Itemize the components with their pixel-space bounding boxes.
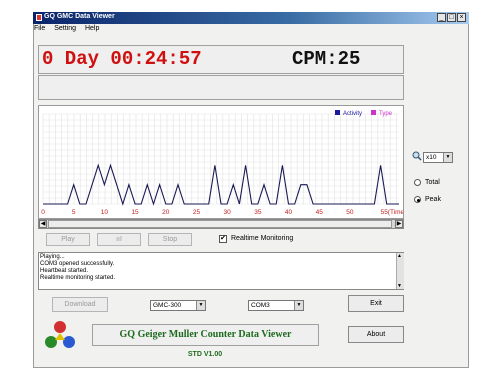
- x-tick-label: 50: [346, 209, 354, 216]
- window-title: GQ GMC Data Viewer: [44, 13, 115, 20]
- port-select[interactable]: COM3 ▼: [248, 300, 304, 311]
- menu-file[interactable]: File: [34, 25, 45, 32]
- legend-label: Type: [379, 111, 393, 117]
- menu-help[interactable]: Help: [85, 25, 99, 32]
- chevron-down-icon: ▼: [294, 301, 303, 310]
- peak-radio[interactable]: [414, 196, 421, 203]
- x-tick-label: 40: [285, 209, 293, 216]
- x-tick-label: 25: [193, 209, 201, 216]
- maximize-button[interactable]: □: [447, 13, 456, 22]
- realtime-label: Realtime Monitoring: [231, 235, 294, 242]
- x-tick-label: 55(Time)S: [381, 209, 403, 216]
- play-button[interactable]: Play: [46, 233, 90, 246]
- minimize-button[interactable]: _: [437, 13, 446, 22]
- scroll-left-icon[interactable]: ◀: [39, 220, 47, 228]
- close-button[interactable]: ×: [457, 13, 466, 22]
- scroll-right-icon[interactable]: ▶: [395, 220, 403, 228]
- scroll-thumb[interactable]: [48, 220, 392, 228]
- x-tick-label: 5: [72, 209, 76, 216]
- activity-chart: Activity Type 0 5 10 15 20 25 30 35 40 45 50 55(Time)…: [38, 105, 411, 219]
- chevron-down-icon: ▼: [443, 153, 452, 162]
- x-tick-label: 0: [41, 209, 45, 216]
- chevron-down-icon: ▼: [196, 301, 205, 310]
- scroll-down-icon[interactable]: ▼: [397, 283, 402, 289]
- x-tick-label: 45: [316, 209, 324, 216]
- log-line: COM3 opened successfully.: [40, 261, 115, 267]
- legend-swatch: [371, 110, 376, 115]
- exit-button[interactable]: Exit: [348, 295, 404, 312]
- status-panel: [38, 75, 404, 100]
- total-radio[interactable]: [414, 179, 421, 186]
- realtime-checkbox[interactable]: ✔: [219, 235, 227, 243]
- zoom-value: x10: [426, 154, 437, 161]
- log-line: Realtime monitoring started.: [40, 275, 116, 281]
- log-line: Heartbeat started.: [40, 268, 89, 274]
- download-button[interactable]: Download: [52, 297, 108, 312]
- banner-title: GQ Geiger Muller Counter Data Viewer: [119, 329, 292, 340]
- version-label: STD V1.00: [187, 351, 223, 358]
- scroll-up-icon[interactable]: ▲: [397, 253, 402, 259]
- about-button[interactable]: About: [348, 326, 404, 343]
- zoom-icon: [412, 151, 422, 161]
- total-label: Total: [425, 179, 440, 186]
- model-select[interactable]: GMC-300 ▼: [150, 300, 206, 311]
- app-logo: [42, 318, 78, 350]
- port-value: COM3: [251, 302, 270, 309]
- x-tick-label: 20: [162, 209, 170, 216]
- app-icon: [36, 14, 42, 21]
- x-tick-label: 35: [254, 209, 262, 216]
- legend-swatch: [335, 110, 340, 115]
- menu-bar: File Setting Help: [34, 25, 106, 32]
- x-tick-label: 15: [131, 209, 139, 216]
- peak-label: Peak: [425, 196, 441, 203]
- message-log: [38, 252, 404, 290]
- model-value: GMC-300: [153, 302, 182, 309]
- elapsed-time: 0 Day 00:24:57: [42, 48, 202, 70]
- menu-setting[interactable]: Setting: [54, 25, 76, 32]
- log-line: Playing...: [40, 254, 65, 260]
- x-tick-label: 10: [101, 209, 109, 216]
- stop-button[interactable]: Stop: [148, 233, 192, 246]
- chart-canvas: Activity Type 0 5 10 15 20 25 30 35 40 45 50 55(Time)…: [41, 110, 411, 216]
- cpm-readout: CPM:25: [292, 48, 361, 70]
- zoom-select[interactable]: x10 ▼: [423, 152, 453, 163]
- legend-label: Activity: [343, 111, 362, 117]
- pause-button[interactable]: ııI: [97, 233, 141, 246]
- x-tick-label: 30: [224, 209, 232, 216]
